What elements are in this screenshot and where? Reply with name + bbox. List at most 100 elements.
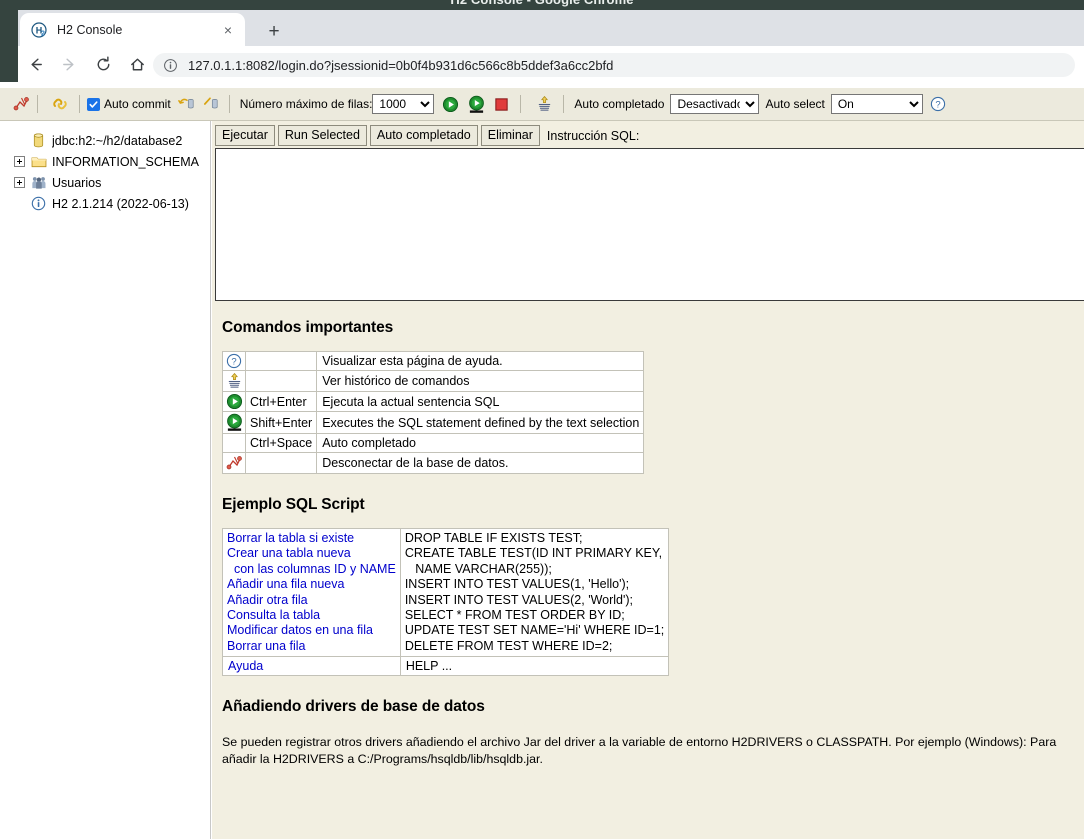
max-rows-select[interactable]: 1000 bbox=[372, 94, 435, 114]
command-desc: Auto completado bbox=[316, 433, 645, 453]
autoselect-label: Auto select bbox=[765, 97, 825, 111]
drivers-paragraph: Se pueden registrar otros drivers añadie… bbox=[222, 735, 1057, 767]
command-desc: Visualizar esta página de ayuda. bbox=[316, 351, 645, 371]
address-bar[interactable]: 127.0.1.1:8082/login.do?jsessionid=0b0f4… bbox=[153, 53, 1075, 77]
window-title: H2 Console - Google Chrome bbox=[450, 0, 633, 7]
h2-toolbar: Auto commit Número máximo de filas: 1000 bbox=[0, 88, 1084, 121]
database-icon bbox=[30, 133, 47, 149]
command-icon-cell bbox=[222, 433, 246, 453]
command-icon-cell bbox=[222, 391, 246, 412]
autocomplete-select[interactable]: Desactivado bbox=[670, 94, 760, 114]
table-row: Ctrl+Space Auto completado bbox=[222, 433, 645, 453]
autoselect-select[interactable]: On bbox=[830, 94, 923, 114]
sql-statement-label: Instrucción SQL: bbox=[546, 128, 640, 143]
help-icon[interactable]: ? bbox=[930, 96, 946, 112]
back-arrow-icon[interactable] bbox=[22, 51, 48, 77]
stop-icon[interactable] bbox=[494, 97, 509, 112]
max-rows-label: Número máximo de filas: bbox=[239, 97, 373, 111]
database-tree-sidebar[interactable]: jdbc:h2:~/h2/database2 INFORMATION_SCHEM… bbox=[0, 121, 211, 839]
run-selected-icon[interactable] bbox=[468, 95, 485, 114]
main-content: Ejecutar Run Selected Auto completado El… bbox=[212, 121, 1084, 839]
disconnect-icon[interactable] bbox=[225, 454, 243, 472]
run-selected-icon[interactable] bbox=[225, 413, 243, 432]
script-desc-line: Añadir otra fila bbox=[227, 592, 308, 607]
script-sql-line: INSERT INTO TEST VALUES(1, 'Hello'); bbox=[404, 577, 630, 592]
script-sql-line: CREATE TABLE TEST(ID INT PRIMARY KEY, bbox=[404, 546, 663, 561]
svg-text:?: ? bbox=[935, 100, 940, 111]
auto-complete-button[interactable]: Auto completado bbox=[369, 125, 478, 146]
script-sql-line: UPDATE TEST SET NAME='Hi' WHERE ID=1; bbox=[404, 623, 665, 638]
browser-toolbar: 127.0.1.1:8082/login.do?jsessionid=0b0f4… bbox=[0, 46, 1084, 82]
command-desc: Desconectar de la base de datos. bbox=[316, 452, 645, 474]
home-icon[interactable] bbox=[124, 51, 150, 77]
toolbar-divider bbox=[563, 95, 565, 113]
tree-expander-icon[interactable] bbox=[14, 177, 25, 188]
table-row: Borrar la tabla si existe Crear una tabl… bbox=[222, 527, 670, 658]
history-icon[interactable] bbox=[225, 372, 243, 390]
table-row: ? Visualizar esta página de ayuda. bbox=[222, 351, 645, 371]
script-help-desc: Ayuda bbox=[222, 656, 401, 677]
table-row: Shift+Enter Executes the SQL statement d… bbox=[222, 411, 645, 434]
run-selected-button[interactable]: Run Selected bbox=[277, 125, 367, 146]
browser-tabstrip: H 2 H2 Console × + bbox=[0, 10, 1084, 46]
site-info-icon[interactable] bbox=[163, 58, 179, 73]
script-desc-line: Crear una tabla nueva bbox=[227, 546, 351, 561]
script-desc-line: Modificar datos en una fila bbox=[227, 623, 373, 638]
svg-text:?: ? bbox=[231, 357, 236, 368]
commit-icon[interactable] bbox=[202, 96, 219, 112]
command-icon-cell: ? bbox=[222, 351, 246, 371]
toolbar-divider bbox=[79, 95, 80, 113]
table-row: Ver histórico de comandos bbox=[222, 370, 645, 392]
sql-button-bar: Ejecutar Run Selected Auto completado El… bbox=[215, 125, 639, 146]
sidebar-item-information-schema[interactable]: INFORMATION_SCHEMA bbox=[0, 151, 210, 172]
sql-script-example-table: Borrar la tabla si existe Crear una tabl… bbox=[222, 527, 670, 677]
reload-icon[interactable] bbox=[90, 51, 116, 77]
tree-expander-placeholder bbox=[14, 198, 25, 209]
tree-expander-icon[interactable] bbox=[14, 156, 25, 167]
command-key: Shift+Enter bbox=[244, 411, 318, 434]
command-key: Ctrl+Enter bbox=[244, 391, 318, 412]
browser-titlebar: H2 Console - Google Chrome bbox=[0, 0, 1084, 10]
command-icon-cell bbox=[222, 452, 246, 474]
sidebar-item-usuarios[interactable]: Usuarios bbox=[0, 172, 210, 193]
folder-icon bbox=[30, 154, 47, 170]
sidebar-item-connection[interactable]: jdbc:h2:~/h2/database2 bbox=[0, 130, 210, 151]
close-icon[interactable]: × bbox=[219, 21, 237, 39]
execute-button[interactable]: Ejecutar bbox=[215, 125, 275, 146]
sidebar-item-label: Usuarios bbox=[52, 175, 102, 190]
command-key bbox=[244, 351, 318, 371]
clear-button[interactable]: Eliminar bbox=[480, 125, 540, 146]
browser-tab-title: H2 Console bbox=[57, 22, 123, 37]
run-icon[interactable] bbox=[225, 393, 243, 410]
commands-heading: Comandos importantes bbox=[222, 319, 394, 336]
run-icon[interactable] bbox=[442, 96, 459, 113]
important-commands-table: ? Visualizar esta página de ayuda. Ver h… bbox=[222, 351, 645, 474]
forward-arrow-icon[interactable] bbox=[56, 51, 82, 77]
script-sql-line: DROP TABLE IF EXISTS TEST; bbox=[404, 531, 583, 545]
script-sql-line: INSERT INTO TEST VALUES(2, 'World'); bbox=[404, 592, 634, 607]
script-desc-line: Borrar la tabla si existe bbox=[227, 531, 355, 545]
toolbar-divider bbox=[228, 95, 230, 113]
command-key: Ctrl+Space bbox=[244, 433, 318, 453]
refresh-chain-icon[interactable] bbox=[51, 95, 69, 113]
sidebar-item-label: INFORMATION_SCHEMA bbox=[52, 154, 199, 169]
sidebar-item-label: jdbc:h2:~/h2/database2 bbox=[52, 133, 183, 148]
browser-tab-h2-console[interactable]: H 2 H2 Console × bbox=[20, 13, 245, 46]
auto-commit-checkbox[interactable] bbox=[87, 97, 100, 111]
command-desc: Executes the SQL statement defined by th… bbox=[316, 411, 645, 434]
drivers-heading: Añadiendo drivers de base de datos bbox=[222, 698, 485, 716]
new-tab-button[interactable]: + bbox=[262, 19, 286, 43]
help-content: Comandos importantes ? Visualizar esta p… bbox=[212, 304, 1084, 839]
disconnect-icon[interactable] bbox=[12, 95, 30, 113]
script-desc-line: con las columnas ID y NAME bbox=[227, 561, 396, 576]
history-icon[interactable] bbox=[536, 95, 553, 113]
toolbar-divider bbox=[37, 95, 38, 113]
script-sql-line: DELETE FROM TEST WHERE ID=2; bbox=[404, 638, 613, 653]
auto-commit-toggle[interactable]: Auto commit bbox=[87, 97, 171, 111]
rollback-icon[interactable] bbox=[177, 96, 195, 112]
info-icon bbox=[30, 196, 47, 212]
sidebar-item-version[interactable]: H2 2.1.214 (2022-06-13) bbox=[0, 193, 210, 214]
sql-input[interactable] bbox=[215, 148, 1084, 301]
command-key bbox=[244, 370, 318, 392]
help-icon[interactable]: ? bbox=[225, 353, 243, 369]
